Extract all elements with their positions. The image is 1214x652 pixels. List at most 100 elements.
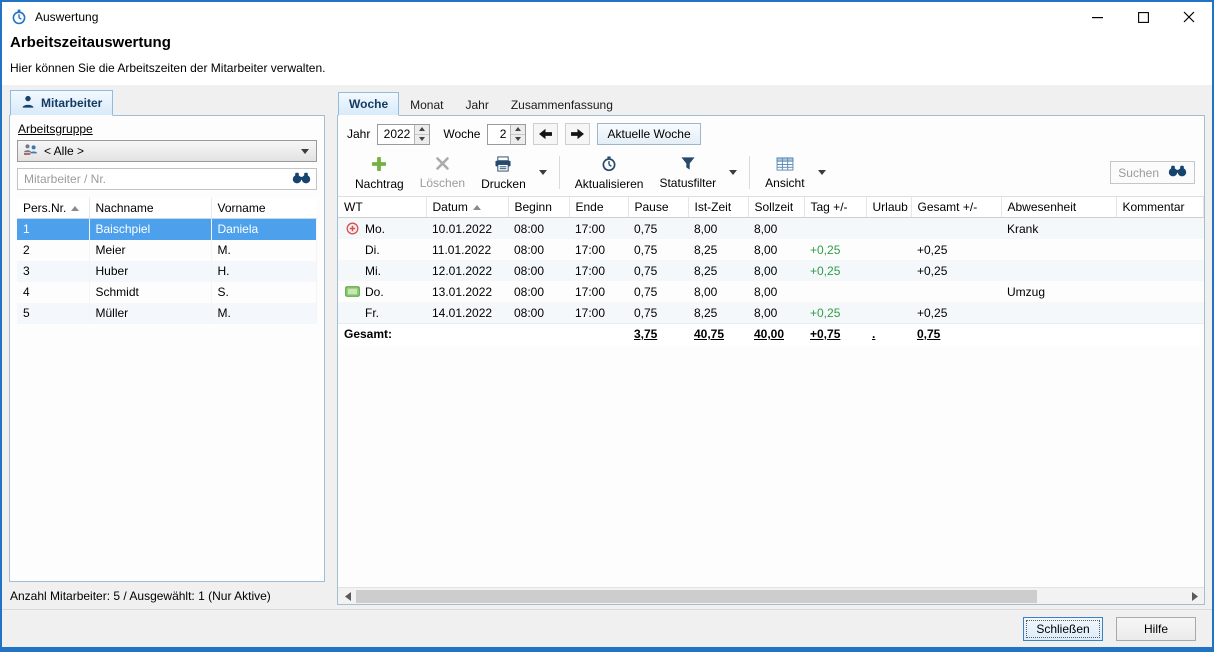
cell-tag-delta: +0,25 — [804, 260, 866, 281]
employee-row[interactable]: 2 Meier M. — [17, 240, 317, 261]
scroll-right-button[interactable] — [1187, 589, 1202, 604]
woche-spin-down-button[interactable] — [511, 134, 525, 144]
horizontal-scrollbar[interactable] — [338, 587, 1204, 604]
tab-woche[interactable]: Woche — [338, 92, 399, 116]
day-row[interactable]: Mo. 10.01.2022 08:00 17:00 0,75 8,00 8,0… — [338, 218, 1204, 240]
schliessen-button[interactable]: Schließen — [1023, 617, 1103, 641]
nachtrag-button[interactable]: Nachtrag — [347, 151, 412, 194]
grid-toolbar: Nachtrag Löschen Drucken — [338, 150, 1204, 197]
cell-abwesenheit — [1001, 302, 1116, 324]
column-vorname[interactable]: Vorname — [211, 198, 317, 219]
column-kommentar[interactable]: Kommentar — [1116, 197, 1204, 218]
cell-wt: Mo. — [365, 222, 385, 236]
cell-ende: 17:00 — [569, 302, 628, 324]
week-panel: Jahr Woche — [337, 115, 1205, 605]
column-abwesenheit[interactable]: Abwesenheit — [1001, 197, 1116, 218]
woche-input[interactable] — [488, 125, 510, 144]
binoculars-icon[interactable] — [292, 172, 311, 187]
close-icon — [1183, 11, 1195, 23]
column-gesamt-delta[interactable]: Gesamt +/- — [911, 197, 1001, 218]
sort-asc-icon — [71, 206, 79, 211]
next-week-button[interactable] — [565, 123, 590, 145]
cell-kommentar — [1116, 302, 1204, 324]
cell-datum: 12.01.2022 — [426, 260, 508, 281]
column-nachname[interactable]: Nachname — [89, 198, 211, 219]
tab-mitarbeiter-label: Mitarbeiter — [41, 96, 102, 110]
drucken-dropdown-button[interactable] — [534, 151, 552, 194]
column-beginn[interactable]: Beginn — [508, 197, 569, 218]
employee-row[interactable]: 1 Baischpiel Daniela — [17, 219, 317, 240]
employee-panel: Arbeitsgruppe < Alle > — [9, 115, 325, 582]
prev-week-button[interactable] — [533, 123, 558, 145]
hilfe-button[interactable]: Hilfe — [1116, 617, 1196, 641]
day-row[interactable]: Do. 13.01.2022 08:00 17:00 0,75 8,00 8,0… — [338, 281, 1204, 302]
total-urlaub: . — [866, 324, 911, 345]
column-persnr[interactable]: Pers.Nr. — [17, 198, 89, 219]
employee-search-input[interactable] — [18, 172, 292, 186]
employee-row[interactable]: 5 Müller M. — [17, 303, 317, 324]
cell-tag-delta: +0,25 — [804, 302, 866, 324]
scroll-left-icon — [345, 592, 351, 601]
person-icon — [21, 95, 35, 111]
cell-wt: Do. — [365, 285, 384, 299]
employee-row[interactable]: 4 Schmidt S. — [17, 282, 317, 303]
spin-up-icon — [419, 127, 425, 131]
statusfilter-button[interactable]: Statusfilter — [651, 151, 724, 194]
cell-ist: 8,25 — [688, 239, 748, 260]
column-pause[interactable]: Pause — [628, 197, 688, 218]
tab-monat[interactable]: Monat — [399, 93, 454, 116]
close-button[interactable] — [1166, 2, 1212, 32]
tab-jahr[interactable]: Jahr — [454, 93, 499, 116]
day-row[interactable]: Fr. 14.01.2022 08:00 17:00 0,75 8,25 8,0… — [338, 302, 1204, 324]
column-ende[interactable]: Ende — [569, 197, 628, 218]
printer-icon — [494, 156, 512, 175]
cell-gesamt-delta: +0,25 — [911, 302, 1001, 324]
column-sollzeit[interactable]: Sollzeit — [748, 197, 804, 218]
drucken-button[interactable]: Drucken — [473, 151, 534, 194]
woche-spin-up-button[interactable] — [511, 125, 525, 134]
loeschen-button[interactable]: Löschen — [412, 151, 473, 194]
employee-row[interactable]: 3 Huber H. — [17, 261, 317, 282]
cell-soll: 8,00 — [748, 239, 804, 260]
view-tabs: Woche Monat Jahr Zusammenfassung — [337, 91, 1205, 115]
cell-abwesenheit: Umzug — [1001, 281, 1116, 302]
day-row[interactable]: Mi. 12.01.2022 08:00 17:00 0,75 8,25 8,0… — [338, 260, 1204, 281]
scroll-left-button[interactable] — [340, 589, 355, 604]
cell-ende: 17:00 — [569, 218, 628, 240]
refresh-clock-icon — [601, 156, 617, 175]
ansicht-button[interactable]: Ansicht — [757, 151, 812, 194]
statusfilter-dropdown-button[interactable] — [724, 151, 742, 194]
aktuelle-woche-button[interactable]: Aktuelle Woche — [597, 123, 700, 145]
column-datum[interactable]: Datum — [426, 197, 508, 218]
maximize-button[interactable] — [1120, 2, 1166, 32]
arrow-left-icon — [538, 128, 553, 140]
scrollbar-thumb[interactable] — [356, 590, 1037, 603]
tab-zusammenfassung[interactable]: Zusammenfassung — [500, 93, 624, 116]
auswertung-window: Auswertung Arbeitszeitauswertung Hier kö… — [0, 0, 1214, 652]
nachtrag-label: Nachtrag — [355, 178, 404, 190]
aktualisieren-label: Aktualisieren — [575, 178, 644, 190]
column-wt[interactable]: WT — [338, 197, 426, 218]
cell-empty — [1001, 324, 1116, 345]
aktualisieren-button[interactable]: Aktualisieren — [567, 151, 652, 194]
suchen-button[interactable]: Suchen — [1110, 161, 1195, 184]
jahr-spin-down-button[interactable] — [415, 134, 429, 144]
chevron-down-icon — [818, 170, 826, 175]
loeschen-label: Löschen — [420, 177, 465, 189]
column-tag-delta[interactable]: Tag +/- — [804, 197, 866, 218]
minimize-button[interactable] — [1074, 2, 1120, 32]
jahr-label: Jahr — [347, 127, 370, 141]
tab-mitarbeiter[interactable]: Mitarbeiter — [10, 90, 113, 116]
jahr-input[interactable] — [378, 125, 414, 144]
cell-kommentar — [1116, 281, 1204, 302]
cell-nachname: Huber — [89, 261, 211, 282]
arbeitsgruppe-select[interactable]: < Alle > — [17, 140, 317, 162]
jahr-spin-up-button[interactable] — [415, 125, 429, 134]
cell-urlaub — [866, 302, 911, 324]
column-ist-zeit[interactable]: Ist-Zeit — [688, 197, 748, 218]
ansicht-dropdown-button[interactable] — [813, 151, 831, 194]
cell-gesamt-delta: +0,25 — [911, 239, 1001, 260]
day-row[interactable]: Di. 11.01.2022 08:00 17:00 0,75 8,25 8,0… — [338, 239, 1204, 260]
column-urlaub[interactable]: Urlaub — [866, 197, 911, 218]
binoculars-icon — [1168, 165, 1187, 180]
